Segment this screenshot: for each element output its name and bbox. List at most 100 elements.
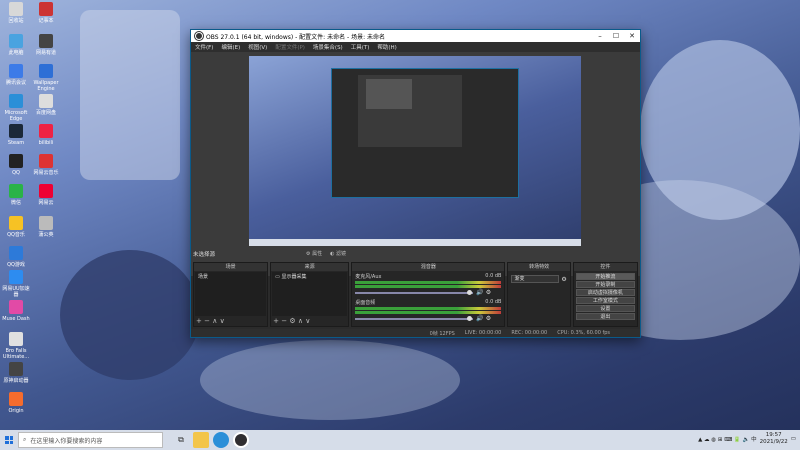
scenes-toolbar: + − ∧ ∨: [196, 317, 225, 325]
speaker-icon[interactable]: 🔊: [476, 289, 483, 296]
menu-scene-collection[interactable]: 场景集合(S): [309, 43, 347, 51]
desktop-icon[interactable]: QQ: [0, 154, 32, 176]
obs-logo-icon: [194, 31, 204, 41]
down-icon[interactable]: ∨: [305, 317, 310, 325]
properties-button[interactable]: ⚙ 属性: [306, 250, 322, 257]
desktop-icon[interactable]: 此电脑: [0, 34, 32, 56]
menu-profile[interactable]: 配置文件(P): [271, 43, 309, 51]
obs-window[interactable]: OBS 27.0.1 (64 bit, windows) - 配置文件: 未命名…: [190, 29, 641, 338]
audio-meter: [355, 281, 502, 284]
up-icon[interactable]: ∧: [212, 317, 217, 325]
window-title: OBS 27.0.1 (64 bit, windows) - 配置文件: 未命名…: [206, 33, 386, 41]
app-icon: [39, 216, 53, 230]
desktop-icon[interactable]: Muse Dash: [0, 300, 32, 322]
file-explorer-icon[interactable]: [193, 432, 209, 448]
edge-icon[interactable]: [213, 432, 229, 448]
volume-slider[interactable]: [355, 289, 474, 295]
list-item[interactable]: 场景: [195, 272, 266, 281]
gear-icon[interactable]: ⚙: [561, 276, 566, 283]
mixer-channel: 麦克风/Aux 0.0 dB: [355, 273, 502, 280]
clock[interactable]: 19:57 2021/9/22: [760, 432, 788, 446]
rec-time: REC: 00:00:00: [511, 330, 548, 336]
slider-knob[interactable]: [467, 289, 473, 295]
sources-toolbar: + − ⚙ ∧ ∨: [273, 317, 310, 325]
maximize-icon[interactable]: ☐: [608, 32, 624, 40]
desktop-icon[interactable]: bilibili: [30, 124, 62, 146]
remove-icon[interactable]: −: [204, 317, 210, 325]
desktop-icon[interactable]: 蒲公英: [30, 216, 62, 238]
obs-taskbar-icon[interactable]: [233, 432, 249, 448]
desktop-icon[interactable]: 记事本: [30, 2, 62, 24]
title-bar[interactable]: OBS 27.0.1 (64 bit, windows) - 配置文件: 未命名…: [191, 30, 640, 42]
speaker-icon[interactable]: 🔊: [476, 315, 483, 322]
desktop-icon[interactable]: Microsoft Edge: [0, 94, 32, 122]
app-icon: [9, 362, 23, 376]
app-icon: [9, 34, 23, 48]
start-recording-button[interactable]: 开始录制: [575, 281, 635, 288]
dock-title: 控件: [573, 263, 637, 271]
start-button[interactable]: [0, 430, 18, 450]
remove-icon[interactable]: −: [281, 317, 287, 325]
transition-row: 渐变 ⚙: [511, 275, 567, 283]
menu-file[interactable]: 文件(F): [191, 43, 217, 51]
desktop-icon[interactable]: 百度网盘: [30, 94, 62, 116]
app-icon: [9, 392, 23, 406]
app-icon: [9, 300, 23, 314]
app-icon: [39, 124, 53, 138]
task-view-icon[interactable]: ⧉: [173, 432, 189, 448]
virtual-camera-button[interactable]: 启动虚拟摄像机: [575, 289, 635, 296]
preview-area: [191, 52, 640, 276]
exit-button[interactable]: 退出: [575, 313, 635, 320]
desktop-icon[interactable]: 腾讯会议: [0, 64, 32, 86]
desktop-icon[interactable]: 网易有道: [30, 34, 62, 56]
scenes-list[interactable]: 场景: [195, 272, 267, 316]
desktop-icon[interactable]: 网易UU加速器: [0, 270, 32, 298]
volume-row: 🔊 ⚙: [352, 315, 504, 322]
sources-list[interactable]: ▭ 显示器采集: [272, 272, 348, 316]
dock-title: 混音器: [352, 263, 505, 271]
gear-icon[interactable]: ⚙: [486, 315, 491, 322]
desktop-icon[interactable]: 网易云: [30, 184, 62, 206]
transition-select[interactable]: 渐变: [511, 275, 560, 283]
desktop-icon[interactable]: Origin: [0, 392, 32, 414]
live-time: LIVE: 00:00:00: [464, 330, 502, 336]
notification-icon[interactable]: ▭: [791, 436, 796, 442]
desktop-icon[interactable]: Wallpaper Engine: [30, 64, 62, 92]
close-icon[interactable]: ✕: [624, 32, 640, 40]
add-icon[interactable]: +: [273, 317, 279, 325]
desktop-icon[interactable]: QQ音乐: [0, 216, 32, 238]
gear-icon[interactable]: ⚙: [289, 317, 295, 325]
settings-button[interactable]: 设置: [575, 305, 635, 312]
dropped-frames: 0帧 12FPS: [429, 330, 455, 337]
volume-slider[interactable]: [355, 315, 474, 321]
desktop-icon[interactable]: 网易云音乐: [30, 154, 62, 176]
up-icon[interactable]: ∧: [298, 317, 303, 325]
desktop-icon[interactable]: Bro Falls Ultimate...: [0, 332, 32, 360]
tray-icons[interactable]: ▲ ☁ ◍ ⊞ ⌨ 🔋 🔈 中: [698, 435, 757, 443]
down-icon[interactable]: ∨: [220, 317, 225, 325]
desktop-icon[interactable]: Steam: [0, 124, 32, 146]
nested-preview-3: [366, 79, 412, 109]
minimize-icon[interactable]: –: [592, 32, 608, 40]
docks: 场景 场景 + − ∧ ∨ 来源 ▭ 显示器采集 + − ⚙ ∧ ∨ 混音器 麦…: [193, 262, 638, 327]
preview-canvas[interactable]: [249, 56, 581, 246]
search-box[interactable]: ⌕ 在这里输入你要搜索的内容: [18, 432, 163, 448]
filters-button[interactable]: ◐ 滤镜: [330, 250, 346, 257]
no-source-label: 未选择源: [193, 252, 216, 258]
start-streaming-button[interactable]: 开始推流: [575, 273, 635, 280]
list-item[interactable]: ▭ 显示器采集: [272, 272, 347, 281]
preview-taskbar: [249, 239, 581, 246]
add-icon[interactable]: +: [196, 317, 202, 325]
desktop-icon[interactable]: 微信: [0, 184, 32, 206]
studio-mode-button[interactable]: 工作室模式: [575, 297, 635, 304]
menu-tools[interactable]: 工具(T): [347, 43, 374, 51]
app-icon: [39, 154, 53, 168]
menu-help[interactable]: 帮助(H): [373, 43, 400, 51]
menu-view[interactable]: 视图(V): [244, 43, 271, 51]
desktop-icon[interactable]: 原神启动器: [0, 362, 32, 384]
desktop-icon[interactable]: QQ游戏: [0, 246, 32, 268]
gear-icon[interactable]: ⚙: [486, 289, 491, 296]
desktop-icon[interactable]: 回收站: [0, 2, 32, 24]
slider-knob[interactable]: [467, 315, 473, 321]
menu-edit[interactable]: 编辑(E): [217, 43, 244, 51]
